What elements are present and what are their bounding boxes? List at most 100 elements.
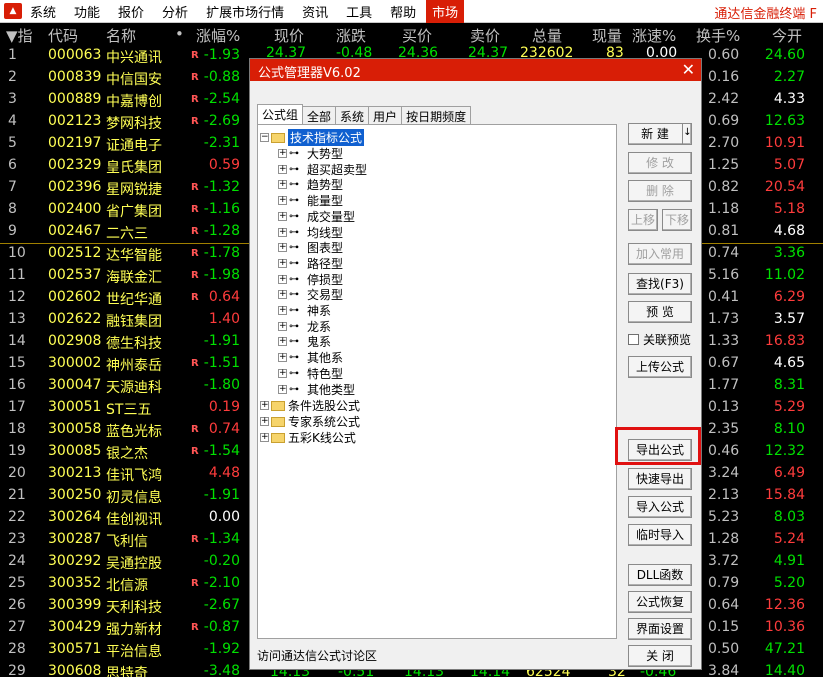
preview-button[interactable]: 预 览 [628,301,692,323]
formula-leaf-icon: ⊶ [289,367,299,379]
expand-icon[interactable]: + [278,306,287,315]
move-up-button[interactable]: 上移 [628,209,658,231]
col-name[interactable]: 名称 [106,25,136,46]
expand-icon[interactable]: + [278,196,287,206]
menu-item-tools[interactable]: 工具 [346,2,372,21]
tree-node-child[interactable]: + ⊶ 其他系 [278,349,343,366]
col-code[interactable]: 代码 [48,25,78,46]
col-current-volume[interactable]: 现量 [592,25,622,46]
collapse-icon[interactable]: − [260,133,269,142]
delete-button[interactable]: 删 除 [628,180,692,202]
restore-formula-button[interactable]: 公式恢复 [628,591,692,613]
add-to-common-button[interactable]: 加入常用 [628,243,692,265]
tree-node-child[interactable]: + ⊶ 能量型 [278,192,343,209]
tree-node-child[interactable]: + ⊶ 路径型 [278,255,343,272]
import-formula-button[interactable]: 导入公式 [628,496,692,518]
ui-settings-button[interactable]: 界面设置 [628,618,692,640]
expand-icon[interactable]: + [278,368,287,378]
tree-node-child[interactable]: + ⊶ 成交量型 [278,208,355,225]
col-index[interactable]: ▼指 [6,25,33,46]
quote-table-header: ▼指 代码 名称 • 涨幅% 现价 涨跌 买价 卖价 总量 现量 涨速% 换手%… [0,23,823,45]
expand-icon[interactable]: + [278,227,287,237]
tab-user[interactable]: 用户 [368,106,403,124]
tree-node-child[interactable]: + ⊶ 神系 [278,302,331,319]
expand-icon[interactable]: + [278,290,287,300]
col-volume[interactable]: 总量 [532,25,562,46]
menu-item-system[interactable]: 系统 [30,2,56,21]
tree-node-root[interactable]: + 专家系统公式 [260,413,360,430]
expand-icon[interactable]: + [278,353,287,363]
tree-node-child[interactable]: + ⊶ 龙系 [278,318,331,335]
col-price[interactable]: 现价 [274,25,304,46]
dll-function-button[interactable]: DLL函数 [628,564,692,586]
tab-by-frequency[interactable]: 按日期频度 [401,106,472,124]
menu-item-function[interactable]: 功能 [74,2,100,21]
temp-import-button[interactable]: 临时导入 [628,524,692,546]
stock-name: 思特奇 [106,666,148,677]
tab-formula-group[interactable]: 公式组 [257,104,304,124]
tree-node-child[interactable]: + ⊶ 其他类型 [278,381,355,398]
col-open[interactable]: 今开 [772,25,802,46]
move-down-button[interactable]: 下移 [662,209,692,231]
tree-node-child[interactable]: + ⊶ 停损型 [278,271,343,288]
expand-icon[interactable]: + [278,243,287,253]
tree-node-root[interactable]: + 五彩K线公式 [260,429,356,446]
row-index: 18 [8,421,26,437]
expand-icon[interactable]: + [260,417,269,426]
menu-item-news[interactable]: 资讯 [302,2,328,21]
tree-node-child[interactable]: + ⊶ 交易型 [278,286,343,303]
expand-icon[interactable]: + [278,149,287,158]
app-logo-icon[interactable]: ▲ [4,3,22,19]
expand-icon[interactable]: + [278,321,287,331]
link-preview-checkbox[interactable]: 关联预览 [628,331,691,348]
edit-button[interactable]: 修 改 [628,152,692,174]
tree-node-child[interactable]: + ⊶ 超买超卖型 [278,161,367,178]
expand-icon[interactable]: + [278,258,287,268]
expand-icon[interactable]: + [278,274,287,284]
upload-formula-button[interactable]: 上传公式 [628,356,692,378]
col-change-pct[interactable]: 涨幅% [196,25,240,46]
tree-node-child[interactable]: + ⊶ 特色型 [278,365,343,382]
expand-icon[interactable]: + [278,384,287,394]
tree-node-tech-indicators[interactable]: − 技术指标公式 [260,129,365,146]
menu-item-extended-market[interactable]: 扩展市场行情 [206,2,284,21]
tree-node-child[interactable]: + ⊶ 趋势型 [278,176,343,193]
find-button[interactable]: 查找(F3) [628,273,692,295]
col-change[interactable]: 涨跌 [336,25,366,46]
stock-name: 吴通控股 [106,556,162,572]
close-icon[interactable]: ✕ [682,60,695,79]
stock-name: 梦网科技 [106,116,162,132]
expand-icon[interactable]: + [278,164,287,174]
col-turnover[interactable]: 换手% [696,25,740,46]
menu-item-help[interactable]: 帮助 [390,2,416,21]
tree-node-child[interactable]: + ⊶ 图表型 [278,239,343,256]
formula-leaf-icon: ⊶ [289,195,299,207]
tree-node-root[interactable]: + 条件选股公式 [260,397,360,414]
tree-node-child[interactable]: + ⊶ 均线型 [278,224,343,241]
col-ask[interactable]: 卖价 [470,25,500,46]
forum-link[interactable]: 访问通达信公式讨论区 [257,647,377,664]
col-bid[interactable]: 买价 [402,25,432,46]
stock-name: 省广集团 [106,204,162,220]
quick-export-button[interactable]: 快速导出 [628,468,692,490]
expand-icon[interactable]: + [260,401,269,410]
tree-node-child[interactable]: + ⊶ 鬼系 [278,333,331,350]
export-formula-button[interactable]: 导出公式 [628,439,692,461]
close-button[interactable]: 关 闭 [628,645,692,667]
tab-all[interactable]: 全部 [302,106,337,124]
expand-icon[interactable]: + [278,211,287,221]
stock-code: 002197 [48,135,102,151]
menu-item-analysis[interactable]: 分析 [162,2,188,21]
market-tab[interactable]: 市场 [426,0,465,23]
expand-icon[interactable]: + [278,180,287,190]
expand-icon[interactable]: + [278,337,287,347]
tree-node-child[interactable]: + ⊶ 大势型 [278,145,343,162]
expand-icon[interactable]: + [260,433,269,442]
formula-tree[interactable]: − 技术指标公式 + ⊶ 大势型 + ⊶ 超买超卖型 + ⊶ 趋势型 + ⊶ 能量型 + ⊶ 成交量型 + ⊶ 均… [257,124,617,639]
dialog-titlebar[interactable]: 公式管理器V6.02 ✕ [250,59,701,81]
checkbox-box[interactable] [628,334,639,345]
new-dropdown-arrow-icon[interactable]: ↓ [682,123,692,145]
menu-item-quote[interactable]: 报价 [118,2,144,21]
tab-system[interactable]: 系统 [335,106,370,124]
col-speed[interactable]: 涨速% [632,25,676,46]
